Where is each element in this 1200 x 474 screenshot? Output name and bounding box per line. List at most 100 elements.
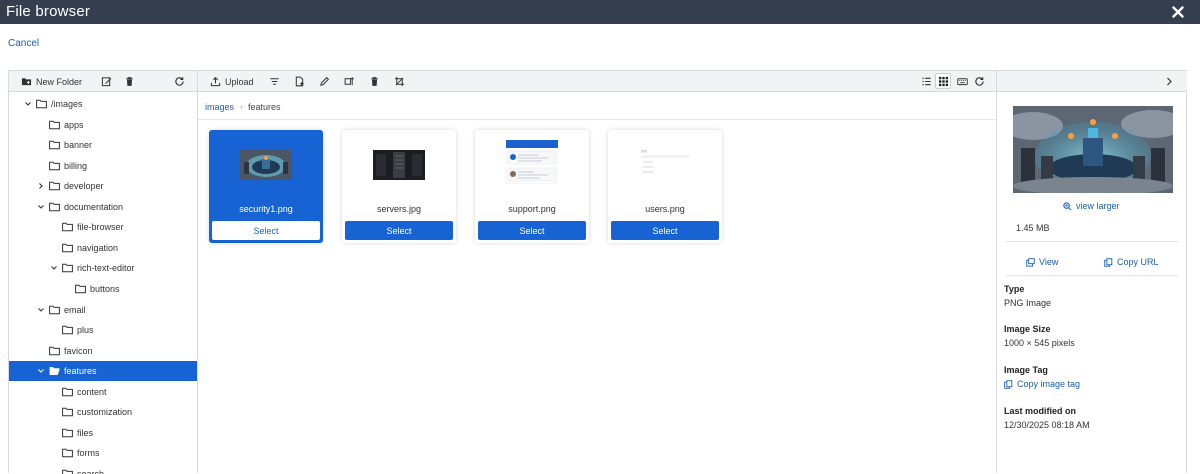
tree-item-customization[interactable]: customization <box>9 402 197 422</box>
refresh-icon <box>975 77 984 86</box>
new-file-icon <box>295 76 304 87</box>
refresh-files-button[interactable] <box>974 75 985 88</box>
delete-file-button[interactable] <box>369 75 380 88</box>
trash-icon <box>126 77 133 86</box>
edit-icon <box>101 77 112 87</box>
chevron-down-icon[interactable] <box>24 100 32 108</box>
details-header <box>997 71 1187 92</box>
tree-item-email[interactable]: email <box>9 300 197 320</box>
file-card-support[interactable]: support.png Select <box>475 130 589 243</box>
tree-item-documentation[interactable]: documentation <box>9 197 197 217</box>
new-folder-button[interactable]: New Folder <box>21 75 82 88</box>
crop-button[interactable] <box>394 75 405 88</box>
new-folder-label: New Folder <box>36 76 83 87</box>
file-name: support.png <box>508 204 556 214</box>
tree-item-files[interactable]: files <box>9 423 197 443</box>
chevron-down-icon[interactable] <box>50 264 58 272</box>
folder-icon <box>62 407 73 417</box>
close-icon[interactable] <box>1170 4 1186 20</box>
tree-item-features[interactable]: features <box>9 361 197 382</box>
crop-icon <box>394 76 405 87</box>
title-bar: File browser <box>0 0 1200 24</box>
users-thumbnail <box>639 148 691 178</box>
view-link[interactable]: View <box>1026 257 1058 267</box>
external-view-icon <box>1026 257 1035 267</box>
refresh-folders-button[interactable] <box>174 75 185 88</box>
folder-icon <box>49 305 60 314</box>
tree-item-label: customization <box>77 407 133 418</box>
rename-folder-button[interactable] <box>101 75 112 88</box>
preview-image[interactable] <box>1013 106 1173 193</box>
resize-button[interactable] <box>344 75 355 88</box>
keyboard-button[interactable] <box>957 75 968 88</box>
filter-button[interactable] <box>269 75 280 88</box>
file-pane: Upload images › features security1.png S… <box>198 71 997 473</box>
tree-item-forms[interactable]: forms <box>9 443 197 463</box>
cancel-link[interactable]: Cancel <box>8 38 39 49</box>
breadcrumb-separator: › <box>240 102 243 111</box>
chevron-right-icon[interactable] <box>1165 77 1173 86</box>
upload-button[interactable]: Upload <box>210 75 254 88</box>
tree-item-content[interactable]: content <box>9 382 197 402</box>
folder-icon <box>62 222 73 232</box>
tree-item-navigation[interactable]: navigation <box>9 238 197 258</box>
tree-item-billing[interactable]: billing <box>9 156 197 176</box>
folder-icon <box>62 449 73 458</box>
tree-item-favicon[interactable]: favicon <box>9 341 197 361</box>
filter-icon <box>270 78 279 85</box>
tree-item-file-browser[interactable]: file-browser <box>9 217 197 237</box>
divider <box>1005 275 1179 276</box>
window-title: File browser <box>6 3 91 20</box>
file-card-users[interactable]: users.png Select <box>608 130 722 243</box>
tree-item-label: developer <box>64 181 104 192</box>
file-card-servers[interactable]: servers.jpg Select <box>342 130 456 243</box>
tree-item-apps[interactable]: apps <box>9 115 197 135</box>
file-name: security1.png <box>239 204 293 214</box>
folder-icon <box>75 284 86 294</box>
folder-open-icon <box>49 367 60 376</box>
tree-item-search[interactable]: search <box>9 464 197 474</box>
details-pane: view larger 1.45 MB View Copy URL Type P… <box>997 71 1187 473</box>
tree-item-label: files <box>77 427 94 438</box>
folder-icon <box>62 469 73 474</box>
new-file-button[interactable] <box>294 75 305 88</box>
tree-item-developer[interactable]: developer <box>9 176 197 196</box>
copy-url-link[interactable]: Copy URL <box>1104 257 1159 267</box>
tree-item-plus[interactable]: plus <box>9 320 197 340</box>
folder-icon <box>62 243 73 253</box>
chevron-right-icon[interactable] <box>37 182 45 190</box>
copy-image-tag-link[interactable]: Copy image tag <box>1004 379 1080 389</box>
tree-item-label: /images <box>51 99 83 109</box>
select-button[interactable]: Select <box>478 221 586 240</box>
view-larger-link[interactable]: view larger <box>1063 201 1120 211</box>
grid-view-button[interactable] <box>935 73 951 89</box>
tree-item-images[interactable]: /images <box>9 94 197 114</box>
chevron-down-icon[interactable] <box>37 367 45 375</box>
delete-folder-button[interactable] <box>124 75 135 88</box>
keyboard-icon <box>957 78 968 86</box>
copy-icon <box>1004 379 1013 389</box>
copy-icon <box>1104 257 1113 267</box>
folder-pane: New Folder /images apps banner billing devel… <box>9 71 198 474</box>
select-button[interactable]: Select <box>212 221 320 240</box>
tree-item-buttons[interactable]: buttons <box>9 279 197 299</box>
select-button[interactable]: Select <box>345 221 453 240</box>
chevron-down-icon[interactable] <box>37 306 45 314</box>
zoom-in-icon <box>1063 201 1072 210</box>
rename-file-button[interactable] <box>319 75 330 88</box>
chevron-down-icon[interactable] <box>37 203 45 211</box>
file-name: users.png <box>645 204 685 214</box>
folder-icon <box>62 264 73 273</box>
tree-item-label: documentation <box>64 201 124 212</box>
list-view-button[interactable] <box>921 75 932 88</box>
breadcrumb-root[interactable]: images <box>205 102 234 112</box>
copy-image-tag-label: Copy image tag <box>1017 379 1081 389</box>
pencil-icon <box>320 76 330 86</box>
tree-item-banner[interactable]: banner <box>9 135 197 155</box>
file-browser-frame: New Folder /images apps banner billing devel… <box>8 70 1187 474</box>
divider <box>1005 241 1179 242</box>
select-button[interactable]: Select <box>611 221 719 240</box>
file-card-security1[interactable]: security1.png Select <box>209 130 323 243</box>
tree-item-rich-text-editor[interactable]: rich-text-editor <box>9 258 197 278</box>
tree-item-label: apps <box>64 119 84 130</box>
